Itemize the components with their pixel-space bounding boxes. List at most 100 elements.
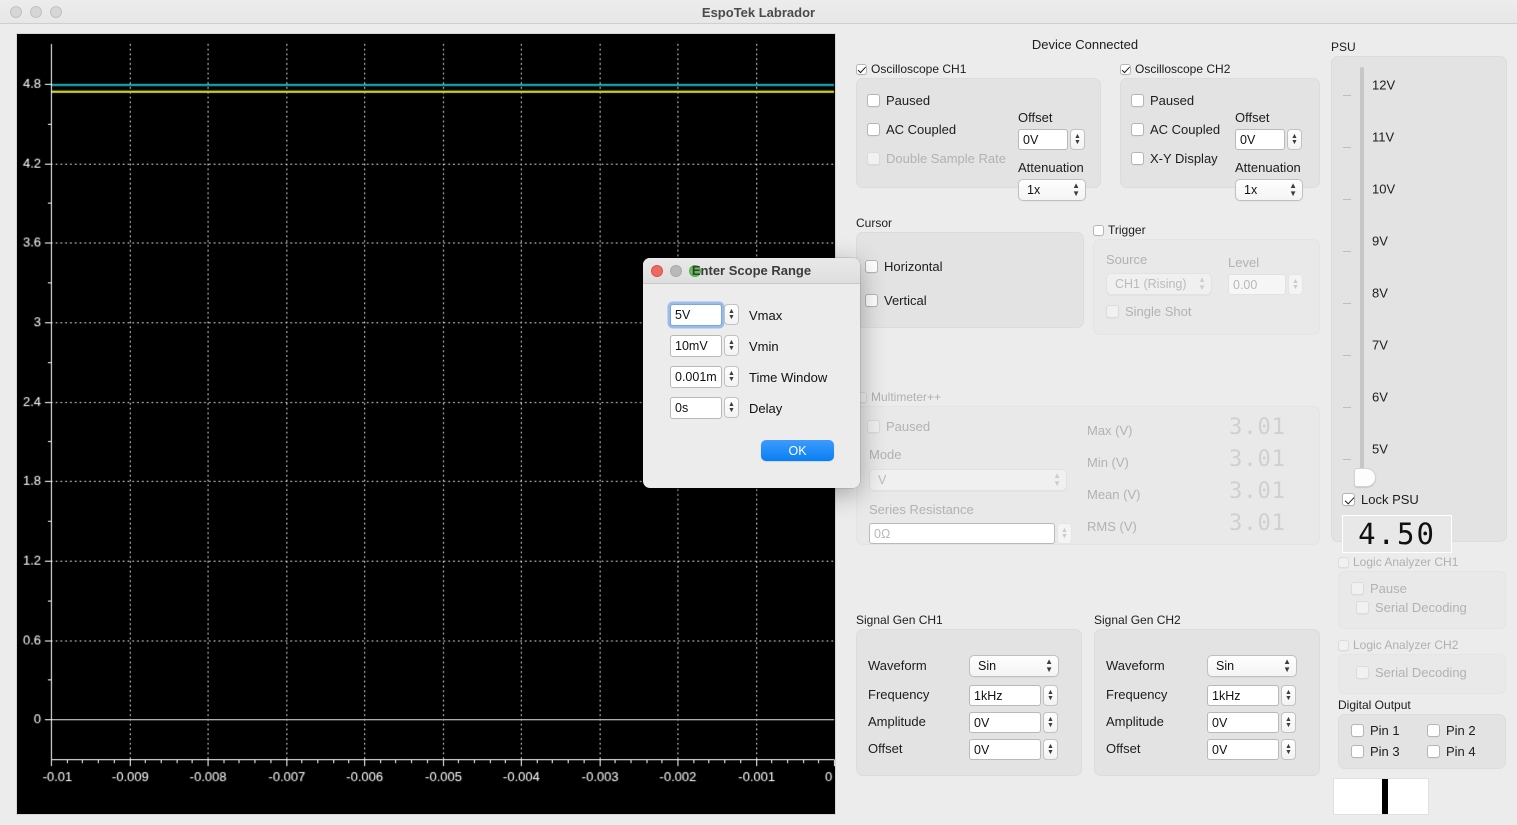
- trigger-level-input: [1228, 274, 1286, 295]
- dialog-stepper[interactable]: ▲ ▼: [724, 366, 739, 387]
- siggen1-amplitude-label: Amplitude: [868, 714, 926, 729]
- siggen2-amplitude-stepper[interactable]: ▲ ▼: [1281, 712, 1296, 733]
- psu-tick-label: 5V: [1372, 441, 1388, 457]
- dialog-input-vmin[interactable]: [670, 335, 722, 357]
- siggen2-frequency-field[interactable]: ▲▼: [1207, 685, 1296, 706]
- logic-ch2-enable-checkbox[interactable]: [1338, 639, 1349, 651]
- cursor-horizontal-checkbox[interactable]: Horizontal: [865, 259, 943, 274]
- siggen1-frequency-field[interactable]: ▲▼: [969, 685, 1058, 706]
- ch1-double-sample-rate-checkbox: Double Sample Rate: [867, 151, 1006, 166]
- ch1-ac-coupled-checkbox[interactable]: AC Coupled: [867, 122, 956, 137]
- psu-tick: [1343, 199, 1351, 200]
- digital-output-pin-checkbox[interactable]: Pin 2: [1427, 723, 1503, 738]
- oscilloscope-ch1-enable-checkbox[interactable]: [856, 63, 867, 75]
- waveform-bar: [1382, 779, 1388, 814]
- siggen1-amplitude-field[interactable]: ▲▼: [969, 712, 1058, 733]
- chevron-updown-icon: ▲ ▼: [1053, 471, 1061, 488]
- dialog-stepper[interactable]: ▲ ▼: [724, 397, 739, 418]
- logic-analyzer-ch2-title: Logic Analyzer CH2: [1338, 638, 1506, 652]
- siggen1-frequency-input[interactable]: [969, 685, 1041, 706]
- siggen2-amplitude-input[interactable]: [1207, 712, 1279, 733]
- dialog-row-label: Vmax: [749, 307, 783, 323]
- oscilloscope-ch2-enable-checkbox[interactable]: [1120, 63, 1131, 75]
- dialog-input-vmax[interactable]: [670, 304, 722, 326]
- siggen2-frequency-stepper[interactable]: ▲ ▼: [1281, 685, 1296, 706]
- digital-output-pin-checkbox[interactable]: Pin 3: [1351, 744, 1427, 759]
- ch1-offset-input[interactable]: [1018, 129, 1068, 150]
- siggen1-offset-field[interactable]: ▲▼: [969, 739, 1058, 760]
- digital-output-pin-label: Pin 2: [1446, 723, 1476, 738]
- psu-lock-checkbox[interactable]: Lock PSU: [1342, 492, 1419, 507]
- logic-ch1-enable-checkbox[interactable]: [1338, 556, 1349, 568]
- dialog-row: ▲▼ Delay: [670, 397, 782, 419]
- dialog-field[interactable]: ▲▼: [670, 304, 739, 326]
- siggen2-amplitude-label: Amplitude: [1106, 714, 1164, 729]
- siggen1-amplitude-stepper[interactable]: ▲ ▼: [1043, 712, 1058, 733]
- psu-slider-handle[interactable]: [1354, 468, 1376, 487]
- dialog-field[interactable]: ▲▼: [670, 397, 739, 419]
- siggen2-waveform-label: Waveform: [1106, 658, 1165, 673]
- digital-output-pin-checkbox[interactable]: Pin 4: [1427, 744, 1503, 759]
- digital-output-pin-label: Pin 1: [1370, 723, 1400, 738]
- ch2-offset-input[interactable]: [1235, 129, 1285, 150]
- dialog-input-time-window[interactable]: [670, 366, 722, 388]
- siggen1-frequency-label: Frequency: [868, 687, 930, 702]
- dialog-input-delay[interactable]: [670, 397, 722, 419]
- dialog-stepper[interactable]: ▲ ▼: [724, 335, 739, 356]
- siggen2-offset-input[interactable]: [1207, 739, 1279, 760]
- ch1-paused-checkbox[interactable]: Paused: [867, 93, 930, 108]
- psu-voltage-value: 4.50: [1358, 516, 1436, 551]
- siggen2-offset-stepper[interactable]: ▲ ▼: [1281, 739, 1296, 760]
- trigger-level-stepper: ▲ ▼: [1288, 274, 1303, 295]
- signal-gen-ch1-body: Waveform Sin ▲▼ Frequency ▲▼ Amplitude ▲…: [856, 629, 1082, 776]
- dialog-stepper[interactable]: ▲ ▼: [724, 304, 739, 325]
- trigger-source-label: Source: [1106, 252, 1148, 267]
- ch2-ac-coupled-checkbox[interactable]: AC Coupled: [1131, 122, 1220, 137]
- psu-body: 12V 11V 10V 9V 8V 7V 6V 5V Lock PSU 4.50: [1331, 56, 1507, 553]
- digital-output-pin-checkbox[interactable]: Pin 1: [1351, 723, 1427, 738]
- oscilloscope-ch2-label: Oscilloscope CH2: [1135, 62, 1231, 76]
- trigger-enable-checkbox[interactable]: [1093, 224, 1104, 236]
- siggen1-frequency-stepper[interactable]: ▲ ▼: [1043, 685, 1058, 706]
- ch1-offset-stepper[interactable]: ▲ ▼: [1070, 129, 1085, 150]
- multimeter-readout-label: Min (V): [1087, 455, 1129, 470]
- dialog-field[interactable]: ▲▼: [670, 335, 739, 357]
- ch1-offset-field[interactable]: ▲▼: [1018, 129, 1085, 150]
- ch2-paused-checkbox[interactable]: Paused: [1131, 93, 1194, 108]
- cursor-vertical-checkbox[interactable]: Vertical: [865, 293, 927, 308]
- ch2-attenuation-select[interactable]: 1x ▲ ▼: [1235, 179, 1303, 201]
- siggen2-offset-field[interactable]: ▲▼: [1207, 739, 1296, 760]
- logic-analyzer-ch2-group: Logic Analyzer CH2 Serial Decoding: [1338, 638, 1506, 694]
- siggen1-offset-stepper[interactable]: ▲ ▼: [1043, 739, 1058, 760]
- scope-range-dialog[interactable]: Enter Scope Range ▲▼ Vmax ▲▼ Vmin ▲▼ Time Win…: [643, 258, 860, 488]
- digital-output-pins: Pin 1 Pin 2 Pin 3 Pin 4: [1351, 723, 1503, 759]
- psu-slider-track[interactable]: [1360, 67, 1364, 477]
- trigger-level-label: Level: [1228, 255, 1260, 270]
- ch2-offset-stepper[interactable]: ▲ ▼: [1287, 129, 1302, 150]
- multimeter-series-resistance-stepper: ▲ ▼: [1057, 523, 1072, 544]
- dialog-field[interactable]: ▲▼: [670, 366, 739, 388]
- oscilloscope-ch1-title: Oscilloscope CH1: [856, 62, 1101, 76]
- dialog-ok-button[interactable]: OK: [761, 440, 834, 461]
- psu-tick-label: 10V: [1372, 181, 1396, 197]
- siggen1-offset-input[interactable]: [969, 739, 1041, 760]
- psu-tick: [1343, 355, 1351, 356]
- digital-output-waveform: [1333, 778, 1429, 815]
- psu-tick: [1343, 407, 1351, 408]
- cursor-group: Cursor Horizontal Vertical: [856, 216, 1084, 328]
- ch1-attenuation-select[interactable]: 1x ▲ ▼: [1018, 179, 1086, 201]
- siggen1-amplitude-input[interactable]: [969, 712, 1041, 733]
- logic-ch1-pause-checkbox: Pause: [1351, 581, 1407, 596]
- ch2-xy-display-checkbox[interactable]: X-Y Display: [1131, 151, 1218, 166]
- multimeter-label: Multimeter++: [871, 390, 942, 404]
- siggen2-frequency-input[interactable]: [1207, 685, 1279, 706]
- siggen1-waveform-select[interactable]: Sin ▲ ▼: [969, 655, 1059, 677]
- title-bar: EspoTek Labrador: [0, 0, 1517, 24]
- siggen2-amplitude-field[interactable]: ▲▼: [1207, 712, 1296, 733]
- multimeter-readout-label: Mean (V): [1087, 487, 1141, 502]
- oscilloscope-ch1-group: Oscilloscope CH1 Paused AC Coupled Doubl…: [856, 62, 1101, 201]
- multimeter-series-resistance-label: Series Resistance: [869, 502, 974, 517]
- multimeter-readout-value: 3.01: [1229, 415, 1286, 440]
- ch2-offset-field[interactable]: ▲▼: [1235, 129, 1302, 150]
- siggen2-waveform-select[interactable]: Sin ▲ ▼: [1207, 655, 1297, 677]
